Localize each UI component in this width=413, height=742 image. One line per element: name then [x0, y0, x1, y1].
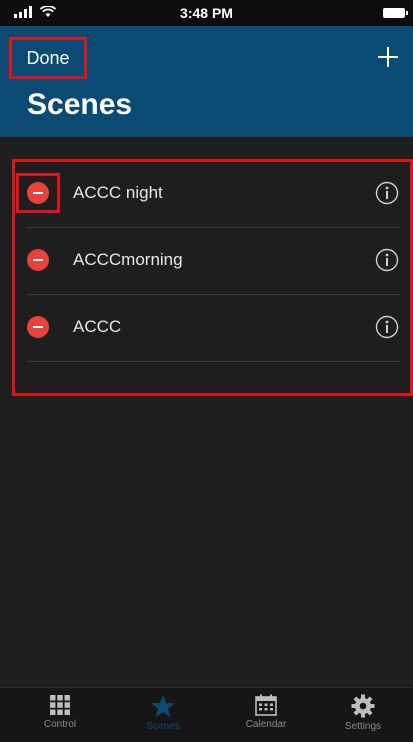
status-time: 3:48 PM: [180, 5, 233, 21]
page-title: Scenes: [27, 88, 133, 121]
tab-scenes[interactable]: Scenes: [113, 688, 213, 742]
minus-circle-icon: [27, 316, 49, 338]
calendar-icon: [255, 694, 277, 716]
tab-calendar[interactable]: Calendar: [216, 688, 316, 742]
delete-button[interactable]: [16, 240, 60, 280]
status-bar: 3:48 PM: [0, 0, 413, 26]
scene-label: ACCCmorning: [73, 250, 183, 269]
info-icon[interactable]: [375, 315, 399, 339]
scene-row[interactable]: ACCC night: [12, 161, 413, 228]
tab-label: Control: [43, 719, 77, 730]
scene-row[interactable]: ACCC: [12, 295, 413, 362]
tab-label: Settings: [344, 721, 382, 732]
battery-icon: [383, 8, 408, 18]
minus-circle-icon: [27, 182, 49, 204]
tab-control[interactable]: Control: [10, 688, 110, 742]
tab-bar: Control Scenes Calendar Settings: [0, 687, 413, 742]
tab-label: Scenes: [146, 721, 180, 732]
scene-label: ACCC night: [73, 183, 163, 202]
done-button[interactable]: Done: [9, 37, 87, 79]
star-icon: [151, 695, 175, 717]
gear-icon: [351, 694, 375, 718]
row-divider: [26, 361, 401, 362]
delete-button[interactable]: [16, 307, 60, 347]
plus-icon: [378, 47, 398, 67]
info-icon[interactable]: [375, 181, 399, 205]
add-scene-button[interactable]: [373, 40, 403, 74]
tab-settings[interactable]: Settings: [313, 688, 413, 742]
grid-icon: [50, 695, 70, 715]
scene-label: ACCC: [73, 317, 122, 336]
scene-row[interactable]: ACCCmorning: [12, 228, 413, 295]
minus-circle-icon: [27, 249, 49, 271]
tab-label: Calendar: [245, 719, 287, 730]
info-icon[interactable]: [375, 248, 399, 272]
delete-button[interactable]: [16, 173, 60, 213]
